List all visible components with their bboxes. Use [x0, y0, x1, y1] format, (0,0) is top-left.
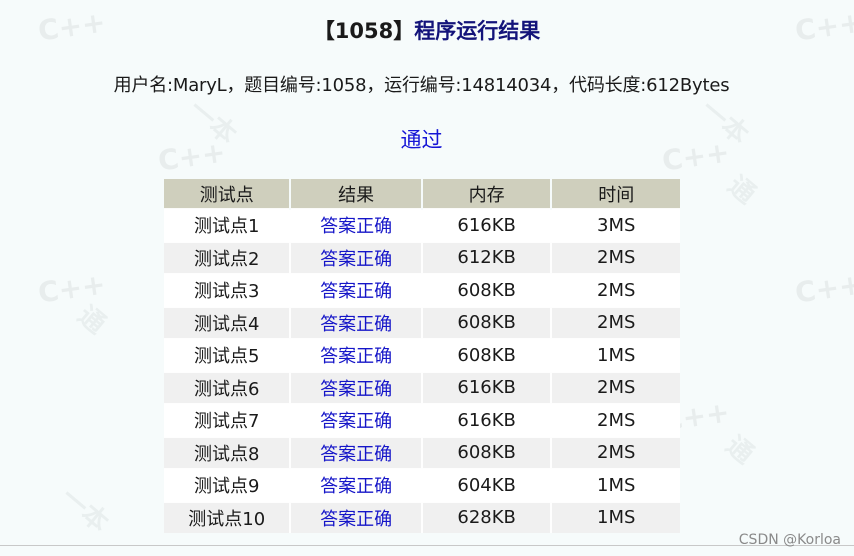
cell-testcase: 测试点10	[164, 500, 291, 533]
cell-testcase: 测试点9	[164, 468, 291, 502]
cell-result[interactable]: 答案正确	[289, 468, 422, 502]
watermark-cn: 通	[71, 300, 112, 341]
page-divider	[0, 545, 854, 546]
cell-time: 2MS	[550, 370, 680, 404]
table-row: 测试点9 答案正确 604KB 1MS	[164, 468, 680, 502]
header-time: 时间	[550, 179, 680, 209]
cell-memory: 616KB	[420, 403, 552, 437]
cell-result[interactable]: 答案正确	[289, 500, 422, 533]
watermark-cn: 通	[719, 430, 760, 471]
cell-testcase: 测试点8	[164, 435, 291, 469]
header-result: 结果	[289, 179, 422, 209]
header-testcase: 测试点	[164, 179, 291, 209]
cell-time: 2MS	[550, 240, 680, 274]
title-problem-id: 1058	[334, 19, 394, 43]
cell-time: 2MS	[550, 273, 680, 307]
watermark-cn: 通	[721, 170, 762, 211]
cell-time: 2MS	[550, 305, 680, 339]
table-row: 测试点3 答案正确 608KB 2MS	[164, 273, 680, 307]
cell-testcase: 测试点1	[164, 208, 291, 242]
cell-time: 2MS	[550, 403, 680, 437]
cell-result[interactable]: 答案正确	[289, 435, 422, 469]
table-header-row: 测试点 结果 内存 时间	[164, 179, 680, 209]
cell-result[interactable]: 答案正确	[289, 370, 422, 404]
cell-time: 3MS	[550, 208, 680, 242]
cell-result[interactable]: 答案正确	[289, 240, 422, 274]
table-row: 测试点4 答案正确 608KB 2MS	[164, 305, 680, 339]
cell-memory: 608KB	[420, 273, 552, 307]
cell-memory: 616KB	[420, 370, 552, 404]
table-row: 测试点1 答案正确 616KB 3MS	[164, 208, 680, 242]
watermark-cn: 一本	[54, 482, 114, 539]
cell-memory: 612KB	[420, 240, 552, 274]
cell-memory: 604KB	[420, 468, 552, 502]
header-memory: 内存	[420, 179, 552, 209]
cell-testcase: 测试点5	[164, 338, 291, 372]
cell-time: 2MS	[550, 435, 680, 469]
cell-testcase: 测试点2	[164, 240, 291, 274]
title-bracket-open: 【	[313, 19, 335, 43]
submission-info: 用户名:MaryL，题目编号:1058，运行编号:14814034，代码长度:6…	[113, 75, 730, 96]
status-link[interactable]: 通过	[0, 124, 843, 154]
cell-time: 1MS	[550, 500, 680, 533]
cell-memory: 628KB	[420, 500, 552, 533]
cell-testcase: 测试点6	[164, 370, 291, 404]
page-title: 【1058】程序运行结果	[0, 15, 854, 45]
cell-time: 1MS	[550, 338, 680, 372]
cell-result[interactable]: 答案正确	[289, 305, 422, 339]
cell-testcase: 测试点4	[164, 305, 291, 339]
csdn-credit: CSDN @Korloa	[738, 532, 841, 548]
cell-memory: 616KB	[420, 208, 552, 242]
cell-result[interactable]: 答案正确	[289, 403, 422, 437]
cell-testcase: 测试点7	[164, 403, 291, 437]
table-row: 测试点10 答案正确 628KB 1MS	[164, 500, 680, 533]
cell-memory: 608KB	[420, 435, 552, 469]
table-row: 测试点5 答案正确 608KB 1MS	[164, 338, 680, 372]
table-row: 测试点8 答案正确 608KB 2MS	[164, 435, 680, 469]
table-row: 测试点7 答案正确 616KB 2MS	[164, 403, 680, 437]
cell-memory: 608KB	[420, 305, 552, 339]
cell-result[interactable]: 答案正确	[289, 338, 422, 372]
cell-testcase: 测试点3	[164, 273, 291, 307]
table-row: 测试点6 答案正确 616KB 2MS	[164, 370, 680, 404]
watermark-cpp: C++	[36, 267, 108, 310]
title-bracket-close: 】	[393, 19, 415, 43]
cell-memory: 608KB	[420, 338, 552, 372]
watermark-cpp: C++	[793, 267, 854, 310]
title-text: 程序运行结果	[414, 19, 541, 43]
cell-result[interactable]: 答案正确	[289, 208, 422, 242]
table-row: 测试点2 答案正确 612KB 2MS	[164, 240, 680, 274]
results-table: 测试点 结果 内存 时间 测试点1 答案正确 616KB 3MS 测试点2 答案…	[164, 179, 680, 533]
cell-result[interactable]: 答案正确	[289, 273, 422, 307]
cell-time: 1MS	[550, 468, 680, 502]
